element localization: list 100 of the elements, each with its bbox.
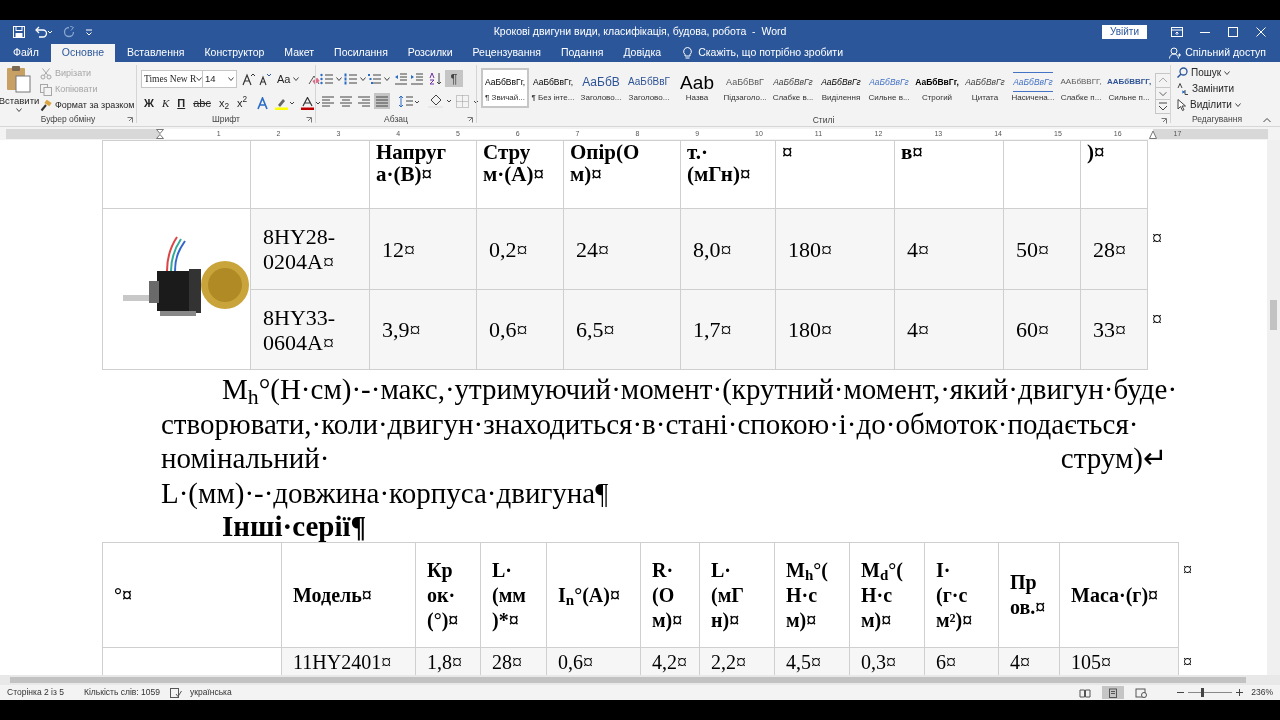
collapse-ribbon-icon[interactable] <box>1263 117 1271 123</box>
group-label: Редагування <box>1192 113 1242 126</box>
align-right-button[interactable] <box>356 93 372 109</box>
clipboard-icon <box>6 65 32 93</box>
tell-me-search[interactable]: Скажіть, що потрібно зробити <box>683 44 844 62</box>
text-effects-icon[interactable] <box>256 96 270 110</box>
style-preview: АаБбВвГг <box>869 75 909 89</box>
ribbon-display-options-icon[interactable] <box>1171 27 1183 37</box>
align-center-button[interactable] <box>338 93 354 109</box>
dialog-launcher-icon[interactable] <box>467 117 473 123</box>
find-button[interactable]: Пошук <box>1177 65 1263 80</box>
sign-in-button[interactable]: Увійти <box>1101 25 1147 39</box>
dialog-launcher-icon[interactable] <box>127 117 133 123</box>
style-item[interactable]: АаБбВвГг, ¶ Без інте... <box>529 68 577 108</box>
caret-icon <box>1234 102 1241 107</box>
dialog-launcher-icon[interactable] <box>306 117 312 123</box>
change-case-button[interactable]: Aa <box>277 70 300 88</box>
style-item[interactable]: АаБбВвГг, ¶ Звичай... <box>481 68 529 108</box>
format-painter-button[interactable]: Формат за зразком <box>40 98 135 113</box>
ribbon-tab[interactable]: Посилання <box>326 44 396 62</box>
ribbon-tab[interactable]: Розсилки <box>399 44 461 62</box>
select-button[interactable]: Виділити <box>1177 97 1263 112</box>
group-label: Стилі <box>812 114 835 127</box>
italic-button[interactable]: К <box>158 95 173 111</box>
ribbon-tab[interactable]: Вставлення <box>119 44 193 62</box>
scroll-thumb[interactable] <box>1270 300 1277 330</box>
decrease-indent-icon[interactable] <box>394 72 408 85</box>
shading-icon[interactable] <box>428 94 452 108</box>
ribbon-tab[interactable]: Файл <box>5 44 47 62</box>
style-item[interactable]: АаБбВвГг Сильне в... <box>865 68 913 108</box>
customize-toolbar-icon[interactable] <box>85 28 93 36</box>
font-name-field[interactable]: Times New R <box>141 70 203 88</box>
style-item[interactable]: АаБбВвГг Слабке в... <box>769 68 817 108</box>
slider-thumb[interactable] <box>1200 688 1204 697</box>
zoom-out-icon[interactable] <box>1177 689 1185 696</box>
style-item[interactable]: Ааb Назва <box>673 68 721 108</box>
column-header: Модель¤ <box>293 582 373 608</box>
close-icon[interactable] <box>1256 27 1266 37</box>
right-indent-marker-icon[interactable] <box>1149 128 1157 139</box>
ribbon-tab[interactable]: Макет <box>276 44 323 62</box>
redo-icon[interactable] <box>63 26 75 38</box>
highlight-icon[interactable] <box>275 96 296 110</box>
save-icon[interactable] <box>13 26 25 38</box>
multilevel-list-icon[interactable] <box>368 72 382 85</box>
undo-icon[interactable] <box>35 26 53 38</box>
style-item[interactable]: АаБбВвГ Заголово... <box>625 68 673 108</box>
print-view-button[interactable] <box>1102 686 1125 699</box>
ribbon-tab[interactable]: Конструктор <box>196 44 273 62</box>
scroll-thumb[interactable] <box>10 677 1246 683</box>
style-preview: АаБбВвГг <box>773 75 813 89</box>
style-preview: АаБбВвГ <box>628 75 670 89</box>
line-spacing-icon[interactable] <box>398 94 420 108</box>
table-cell-text: 3,9¤ <box>382 317 422 342</box>
dialog-launcher-icon[interactable] <box>1161 118 1167 124</box>
numbering-icon[interactable] <box>344 72 358 85</box>
increase-indent-icon[interactable] <box>410 72 424 85</box>
style-item[interactable]: ААБбВВГГ, Слабке п... <box>1057 68 1105 108</box>
column-header: т.· (мГн)¤ <box>687 141 752 185</box>
table-cell-text: 105¤ <box>1071 651 1112 673</box>
style-item[interactable]: АаБбВвГг Виділення <box>817 68 865 108</box>
proofing-icon[interactable] <box>169 687 182 698</box>
paste-button[interactable]: Вставити <box>0 62 38 113</box>
style-item[interactable]: АаБбВвГг, Строгий <box>913 68 961 108</box>
grow-font-icon[interactable] <box>242 72 255 86</box>
ribbon-tab[interactable]: Подання <box>552 44 612 62</box>
underline-button[interactable]: П <box>174 95 189 111</box>
table-cell-text: 0,2¤ <box>489 236 529 262</box>
show-formatting-marks-button[interactable]: ¶ <box>445 70 463 87</box>
ribbon-tab[interactable]: Довідка <box>615 44 670 62</box>
style-item[interactable]: АаБбВ Заголово... <box>577 68 625 108</box>
zoom-level[interactable]: 236% <box>1251 686 1273 699</box>
scissors-icon <box>40 67 52 80</box>
table-cell-text: 8HY28-0204A¤ <box>263 224 337 274</box>
bold-button[interactable]: Ж <box>141 95 157 111</box>
maximize-icon[interactable] <box>1228 27 1238 37</box>
style-item[interactable]: ААБбВВГГ, Сильне п... <box>1105 68 1153 108</box>
shrink-font-icon[interactable] <box>258 72 271 86</box>
subscript-button[interactable]: x$_{2}$ <box>215 95 232 111</box>
ribbon-tab[interactable]: Основне <box>50 44 116 62</box>
font-size-field[interactable]: 14 <box>203 70 237 88</box>
superscript-button[interactable]: x$^{2}$ <box>234 95 251 111</box>
bullets-icon[interactable] <box>320 72 334 85</box>
indent-marker-icon[interactable] <box>156 128 164 139</box>
table-cell-text: 12¤ <box>382 236 416 262</box>
style-item[interactable]: АаБбВвГг Насичена... <box>1009 68 1057 108</box>
sort-icon[interactable] <box>429 72 443 85</box>
ribbon-tab[interactable]: Рецензування <box>464 44 549 62</box>
share-button[interactable]: Спільний доступ <box>1169 44 1266 62</box>
strikethrough-button[interactable]: abc <box>190 95 214 111</box>
paragraph-line: M$_{h}$°(Н·см)·-·макс,·утримуючий·момент·(крутний·момент,·який·двигун·буде· <box>222 373 1178 405</box>
vertical-scrollbar[interactable] <box>1267 140 1280 675</box>
zoom-in-icon[interactable] <box>1236 689 1244 696</box>
horizontal-scrollbar[interactable] <box>0 675 1280 685</box>
replace-button[interactable]: Замінити <box>1177 81 1263 96</box>
table-cell-text: 11HY2401¤ <box>293 651 393 673</box>
more-styles-icon[interactable] <box>1156 100 1170 113</box>
language[interactable]: українська <box>189 686 232 699</box>
style-item[interactable]: АаБбВвГг Цитата <box>961 68 1009 108</box>
style-item[interactable]: АаБбВвГ Підзаголо... <box>721 68 769 108</box>
replace-icon <box>1177 82 1189 95</box>
